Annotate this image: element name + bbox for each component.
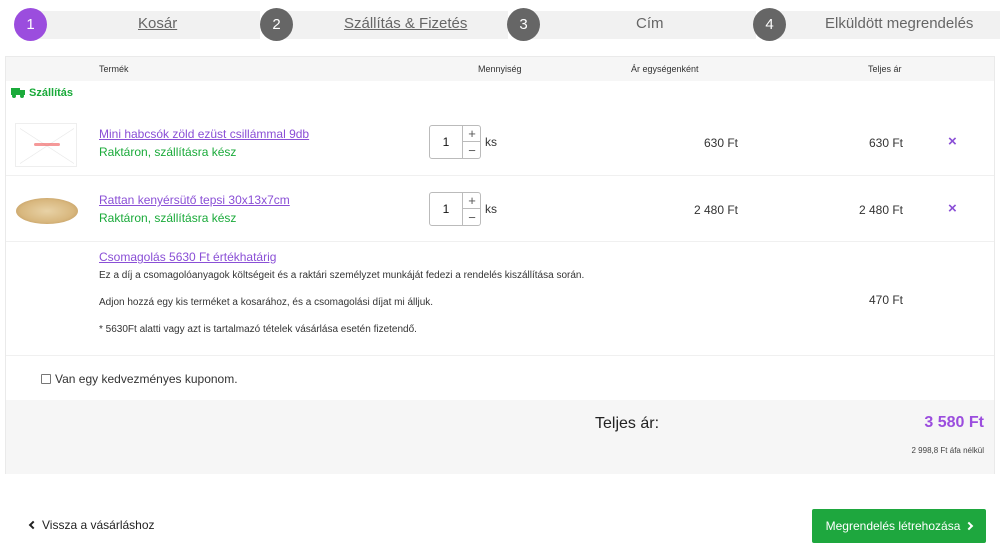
remove-item-icon[interactable]: × <box>948 133 957 150</box>
product-image[interactable] <box>16 198 78 224</box>
packaging-note: Adjon hozzá egy kis terméket a kosarához… <box>99 297 434 308</box>
checkout-steps: 1 Kosár 2 Szállítás & Fizetés 3 Cím 4 El… <box>0 0 1000 48</box>
quantity-unit: ks <box>485 202 497 216</box>
header-total-price: Teljes ár <box>868 64 902 74</box>
row-divider <box>6 175 994 176</box>
cart-table-header: Termék Mennyiség Ár egységenként Teljes … <box>6 57 994 81</box>
shipping-label: Szállítás <box>29 87 74 99</box>
chevron-left-icon <box>28 520 38 530</box>
unit-price: 630 Ft <box>703 136 738 150</box>
coupon-label: Van egy kedvezményes kuponom. <box>55 372 238 386</box>
step-2-label[interactable]: Szállítás & Fizetés <box>344 15 467 32</box>
step-4-label: Elküldött megrendelés <box>825 15 974 32</box>
packaging-description: Ez a díj a csomagolóanyagok költségeit é… <box>99 270 585 281</box>
quantity-stepper[interactable]: 1 + − <box>429 192 481 226</box>
step-3-label: Cím <box>636 15 664 32</box>
increase-quantity-button[interactable]: + <box>463 126 481 142</box>
line-total: 2 480 Ft <box>858 203 903 217</box>
unit-price: 2 480 Ft <box>693 203 738 217</box>
stock-status: Raktáron, szállításra kész <box>99 211 237 225</box>
create-order-label: Megrendelés létrehozása <box>825 519 961 533</box>
step-2-number[interactable]: 2 <box>260 8 293 41</box>
quantity-input[interactable]: 1 <box>430 193 462 225</box>
packaging-price: 470 Ft <box>868 293 903 307</box>
shipping-group-label: Szállítás <box>11 87 73 99</box>
product-name-link[interactable]: Rattan kenyérsütő tepsi 30x13x7cm <box>99 193 290 207</box>
decrease-quantity-button[interactable]: − <box>463 142 481 158</box>
chevron-right-icon <box>965 521 974 531</box>
quantity-unit: ks <box>485 135 497 149</box>
step-1-number[interactable]: 1 <box>14 8 47 41</box>
header-quantity: Mennyiség <box>478 64 522 74</box>
quantity-stepper[interactable]: 1 + − <box>429 125 481 159</box>
total-value: 3 580 Ft <box>924 414 984 431</box>
truck-icon <box>11 88 25 98</box>
create-order-button[interactable]: Megrendelés létrehozása <box>812 509 986 543</box>
product-name-link[interactable]: Mini habcsók zöld ezüst csillámmal 9db <box>99 127 309 141</box>
back-to-shop-link[interactable]: Vissza a vásárláshoz <box>28 518 155 532</box>
header-unit-price: Ár egységenként <box>631 64 699 74</box>
increase-quantity-button[interactable]: + <box>463 193 481 209</box>
totals-panel <box>6 400 994 474</box>
product-image[interactable] <box>15 123 77 167</box>
total-net-price: 2 998,8 Ft áfa nélkül <box>911 446 985 455</box>
cart-table: Termék Mennyiség Ár egységenként Teljes … <box>5 56 995 474</box>
coupon-toggle[interactable]: Van egy kedvezményes kuponom. <box>41 372 238 386</box>
packaging-footnote: * 5630Ft alatti vagy azt is tartalmazó t… <box>99 324 417 335</box>
coupon-checkbox[interactable] <box>41 374 51 384</box>
total-label: Teljes ár: <box>595 415 660 432</box>
row-divider <box>6 355 994 356</box>
header-product: Termék <box>99 64 129 74</box>
back-to-shop-label: Vissza a vásárláshoz <box>42 518 155 532</box>
row-divider <box>6 241 994 242</box>
quantity-input[interactable]: 1 <box>430 126 462 158</box>
remove-item-icon[interactable]: × <box>948 200 957 217</box>
decrease-quantity-button[interactable]: − <box>463 209 481 225</box>
packaging-fee-link[interactable]: Csomagolás 5630 Ft értékhatárig <box>99 250 276 264</box>
stock-status: Raktáron, szállításra kész <box>99 145 237 159</box>
step-3-number: 3 <box>507 8 540 41</box>
line-total: 630 Ft <box>868 136 903 150</box>
step-1-label[interactable]: Kosár <box>138 15 177 32</box>
step-4-number: 4 <box>753 8 786 41</box>
